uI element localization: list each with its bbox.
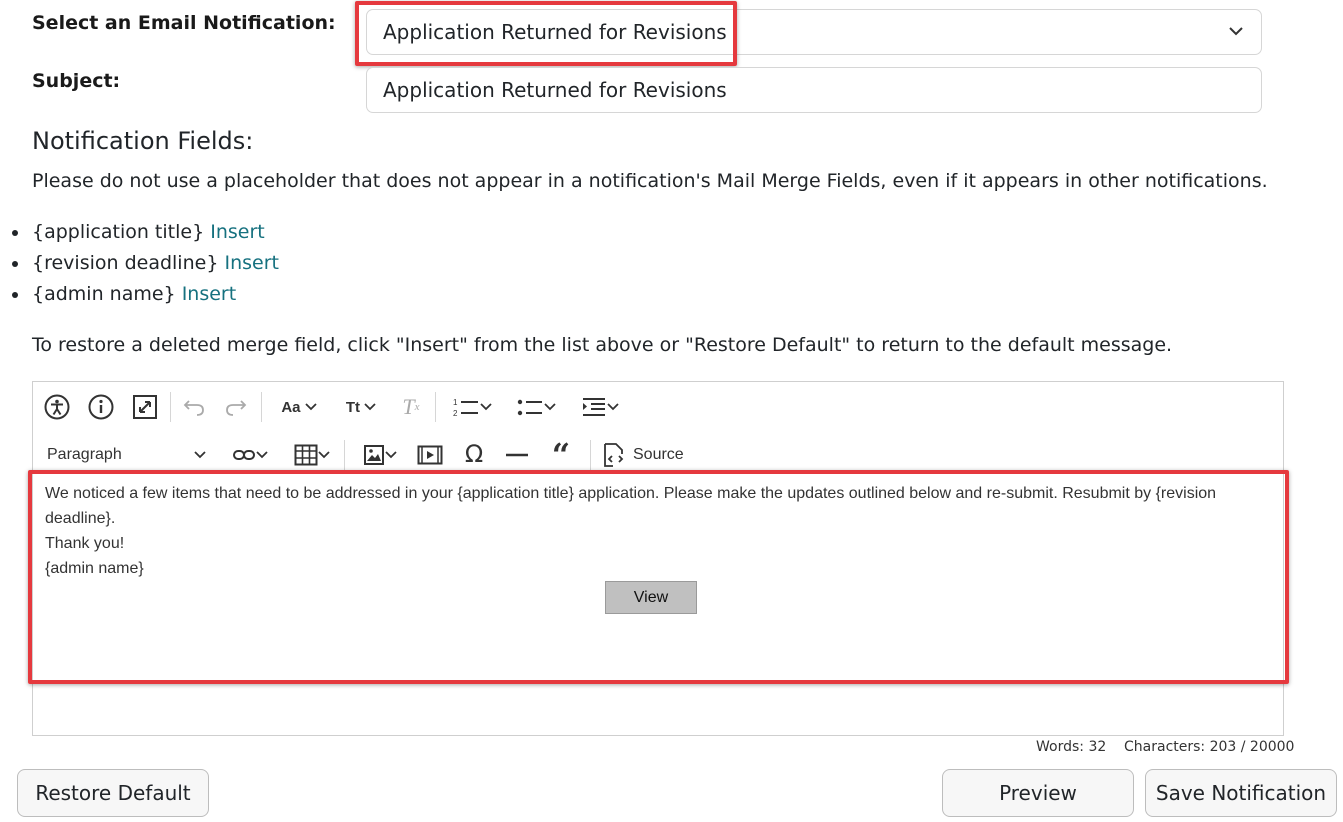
view-button[interactable]: View (605, 581, 697, 614)
preview-button[interactable]: Preview (942, 769, 1134, 817)
fullscreen-icon[interactable] (131, 393, 159, 421)
bullet (12, 230, 18, 236)
chevron-down-icon (480, 403, 492, 411)
blockquote-icon[interactable]: “ (549, 437, 573, 473)
toolbar-divider (170, 392, 171, 422)
subject-label: Subject: (32, 70, 121, 92)
numbered-list-icon[interactable]: 12 (446, 395, 498, 419)
source-button[interactable]: Source (601, 441, 691, 469)
paragraph-format-dropdown[interactable]: Paragraph (47, 443, 207, 467)
notification-fields-heading: Notification Fields: (32, 127, 254, 155)
insert-link[interactable]: Insert (210, 221, 265, 243)
horizontal-line-icon[interactable] (505, 443, 529, 467)
subject-input-value: Application Returned for Revisions (383, 78, 727, 102)
toolbar-divider (344, 440, 345, 470)
character-count: Characters: 203 / 20000 (1124, 739, 1295, 755)
restore-hint: To restore a deleted merge field, click … (32, 334, 1173, 356)
table-icon[interactable] (287, 442, 337, 468)
toolbar-divider (261, 392, 262, 422)
bullet (12, 261, 18, 267)
chevron-down-icon (1229, 27, 1243, 36)
notification-select-value: Application Returned for Revisions (383, 20, 727, 44)
bulleted-list-icon[interactable] (510, 395, 562, 419)
insert-link[interactable]: Insert (182, 283, 237, 305)
font-family-icon[interactable]: Aa (273, 396, 325, 418)
save-notification-button[interactable]: Save Notification (1145, 769, 1337, 817)
restore-default-button[interactable]: Restore Default (17, 769, 209, 817)
chevron-down-icon (256, 451, 268, 459)
chevron-down-icon (305, 403, 317, 411)
word-count: Words: 32 (1036, 739, 1107, 755)
accessibility-icon[interactable] (43, 393, 71, 421)
toolbar-divider (590, 440, 591, 470)
notification-select-label: Select an Email Notification: (32, 12, 336, 34)
subject-input[interactable]: Application Returned for Revisions (366, 67, 1262, 113)
link-icon[interactable] (226, 443, 274, 467)
chevron-down-icon (194, 451, 206, 459)
toolbar-divider (435, 392, 436, 422)
info-icon[interactable] (87, 393, 115, 421)
placeholder-note: Please do not use a placeholder that doe… (32, 170, 1268, 192)
chevron-down-icon (385, 451, 397, 459)
image-icon[interactable] (356, 443, 404, 467)
bullet (12, 292, 18, 298)
chevron-down-icon (544, 403, 556, 411)
font-size-icon[interactable]: Tt (336, 396, 386, 418)
undo-icon[interactable] (182, 396, 206, 418)
special-characters-icon[interactable]: Ω (461, 440, 487, 468)
chevron-down-icon (318, 451, 330, 459)
svg-text:1: 1 (453, 398, 458, 407)
editor-content[interactable]: We noticed a few items that need to be a… (45, 481, 1280, 581)
paragraph-format-value: Paragraph (47, 446, 122, 463)
editor-paragraph: We noticed a few items that need to be a… (45, 485, 1217, 527)
source-icon (604, 443, 624, 467)
svg-text:2: 2 (453, 409, 458, 418)
media-icon[interactable] (417, 443, 443, 467)
chevron-down-icon (364, 403, 376, 411)
remove-format-icon[interactable]: Tx (398, 394, 424, 420)
redo-icon[interactable] (224, 396, 248, 418)
chevron-down-icon (607, 403, 619, 411)
insert-link[interactable]: Insert (224, 252, 279, 274)
merge-field-name: {application title} (32, 221, 205, 243)
notification-select[interactable]: Application Returned for Revisions (366, 9, 1262, 55)
merge-field-name: {admin name} (32, 283, 176, 305)
source-label: Source (633, 446, 684, 463)
indent-icon[interactable] (575, 395, 625, 419)
editor-paragraph: Thank you! (45, 535, 125, 552)
merge-field-name: {revision deadline} (32, 252, 219, 274)
editor-paragraph: {admin name} (45, 560, 144, 577)
